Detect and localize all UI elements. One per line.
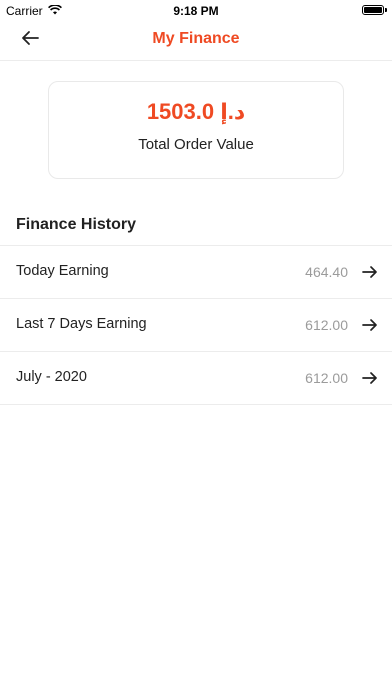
arrow-right-icon (360, 368, 380, 388)
total-order-amount: د.إ 1503.0 (146, 99, 246, 124)
status-bar: Carrier 9:18 PM (0, 0, 392, 22)
row-value: 612.00 (305, 370, 348, 386)
total-order-label: Total Order Value (138, 136, 254, 153)
arrow-right-icon (360, 262, 380, 282)
row-label: Today Earning (16, 263, 109, 279)
row-value: 612.00 (305, 317, 348, 333)
row-value: 464.40 (305, 264, 348, 280)
arrow-right-icon (360, 315, 380, 335)
back-button[interactable] (16, 26, 44, 54)
history-row-july-2020[interactable]: July - 2020 612.00 (0, 352, 392, 405)
battery-tip (385, 8, 387, 12)
nav-bar: My Finance (0, 22, 392, 61)
battery-icon (362, 5, 384, 15)
status-time: 9:18 PM (173, 4, 219, 18)
row-label: Last 7 Days Earning (16, 316, 147, 332)
page-title: My Finance (152, 30, 240, 47)
history-row-last-7-days[interactable]: Last 7 Days Earning 612.00 (0, 299, 392, 352)
history-row-today[interactable]: Today Earning 464.40 (0, 246, 392, 299)
total-order-card: د.إ 1503.0 Total Order Value (48, 81, 344, 179)
row-label: July - 2020 (16, 369, 87, 385)
arrow-left-icon (21, 30, 39, 51)
finance-history-title: Finance History (0, 213, 392, 246)
